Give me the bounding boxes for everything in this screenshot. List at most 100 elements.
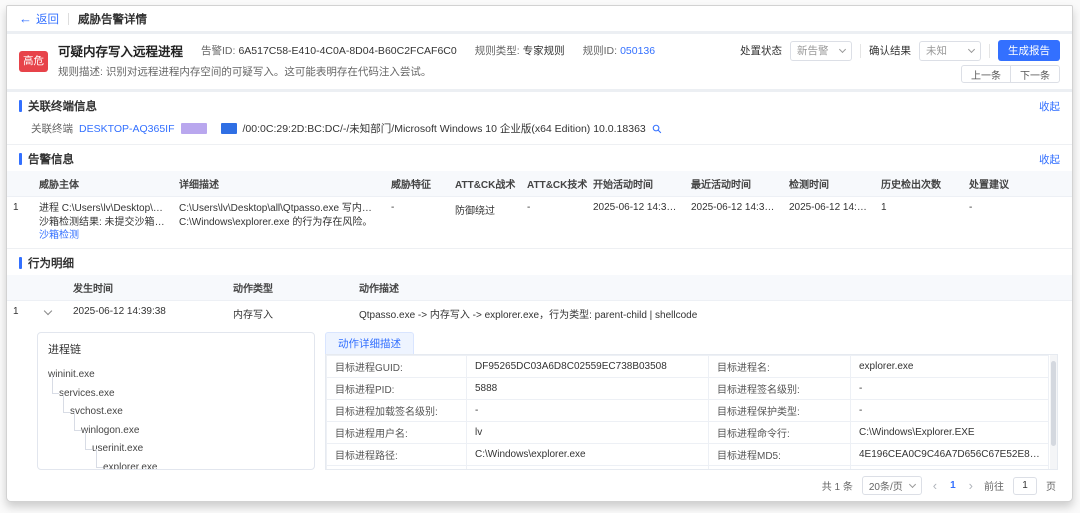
expand-column-header xyxy=(39,275,67,301)
page-title: 威胁告警详情 xyxy=(78,11,147,27)
terminal-section-title: 关联终端信息 xyxy=(28,98,1039,114)
detail-row: 目标进程路径: C:\Windows\explorer.exe 目标进程MD5:… xyxy=(327,443,1049,465)
column-header: 发生时间 xyxy=(67,275,227,301)
tab-action-detail[interactable]: 动作详细描述 xyxy=(325,332,414,354)
redacted-block xyxy=(221,123,237,134)
suggestion-cell: - xyxy=(963,197,1072,248)
divider xyxy=(989,44,990,58)
sandbox-detect-link[interactable]: 沙箱检测 xyxy=(39,229,167,243)
action-detail-table: 目标进程GUID: DF95265DC03A6D8C02559EC738B035… xyxy=(326,355,1049,471)
dispose-status-label: 处置状态 xyxy=(740,43,782,58)
detail-label: 目标进程保护类型: xyxy=(709,399,851,421)
action-detail-panel: 动作详细描述 目标进程GUID: DF95265DC03A6D8C02559EC… xyxy=(325,332,1058,471)
topbar-divider xyxy=(68,13,69,25)
previous-item-button[interactable]: 上一条 xyxy=(961,65,1011,83)
detail-value: explorer.exe xyxy=(851,355,1049,377)
index-column-header xyxy=(7,171,33,197)
alert-header-panel: 高危 可疑内存写入远程进程 告警ID:6A517C58-E410-4C0A-8D… xyxy=(7,34,1072,89)
behavior-detail-section: 行为明细 发生时间 动作类型 动作描述 1 xyxy=(7,249,1072,502)
back-label: 返回 xyxy=(36,11,59,27)
terminal-line: 关联终端 DESKTOP-AQ365IF /00:0C:29:2D:BC:DC/… xyxy=(7,118,1072,144)
alert-info-section-title: 告警信息 xyxy=(28,151,1039,167)
column-header: ATT&CK技术 xyxy=(521,171,587,197)
detail-label: 目标进程MD5: xyxy=(709,443,851,465)
section-marker xyxy=(19,257,22,269)
dispose-status-select[interactable]: 新告警 xyxy=(790,41,852,61)
detail-value: lv xyxy=(467,421,709,443)
collapse-row-icon[interactable] xyxy=(44,306,52,314)
goto-suffix-label: 页 xyxy=(1046,478,1056,493)
action-type-cell: 内存写入 xyxy=(227,300,353,326)
behavior-row: 1 2025-06-12 14:39:38 内存写入 Qtpasso.exe -… xyxy=(7,300,1072,326)
detail-label: 目标进程大小: xyxy=(327,465,467,470)
rule-description: 规则描述:识别对远程进程内存空间的可疑写入。这可能表明存在代码注入尝试。 xyxy=(58,64,730,79)
scrollbar-track[interactable] xyxy=(1050,355,1057,470)
chevron-down-icon xyxy=(968,45,975,52)
current-page-button[interactable]: 1 xyxy=(948,480,958,491)
pagination-bar: 共 1 条 20条/页 ‹ 1 › 前往 页 xyxy=(7,472,1072,501)
column-header: ATT&CK战术 xyxy=(449,171,521,197)
detail-value: DF95265DC03A6D8C02559EC738B03508 xyxy=(467,355,709,377)
divider xyxy=(860,44,861,58)
alert-info-table: 威胁主体 详细描述 威胁特征 ATT&CK战术 ATT&CK技术 开始活动时间 … xyxy=(7,171,1072,248)
page-size-select[interactable]: 20条/页 xyxy=(862,476,922,495)
scrollbar-thumb[interactable] xyxy=(1051,361,1056,446)
detail-row: 目标进程大小: 4.40 MB xyxy=(327,465,1049,470)
total-count-label: 共 1 条 xyxy=(822,478,853,493)
action-detail-table-wrap: 目标进程GUID: DF95265DC03A6D8C02559EC738B035… xyxy=(325,354,1058,471)
next-page-button[interactable]: › xyxy=(967,479,975,492)
back-button[interactable]: ← 返回 xyxy=(19,11,59,27)
severity-badge: 高危 xyxy=(19,51,48,72)
goto-label: 前往 xyxy=(984,478,1004,493)
alert-info-header-row: 威胁主体 详细描述 威胁特征 ATT&CK战术 ATT&CK技术 开始活动时间 … xyxy=(7,171,1072,197)
prev-page-button[interactable]: ‹ xyxy=(931,479,939,492)
detail-row: 目标进程PID: 5888 目标进程签名级别: - xyxy=(327,377,1049,399)
column-header: 历史检出次数 xyxy=(875,171,963,197)
collapse-alert-info-link[interactable]: 收起 xyxy=(1039,152,1060,167)
alert-controls: 处置状态 新告警 确认结果 未知 生成报告 上一条 下一条 xyxy=(740,40,1060,83)
behavior-table: 发生时间 动作类型 动作描述 1 2025-06-12 14:39:38 内存写… xyxy=(7,275,1072,326)
column-header: 开始活动时间 xyxy=(587,171,685,197)
history-count-cell: 1 xyxy=(875,197,963,248)
terminal-os-info: /00:0C:29:2D:BC:DC/-/未知部门/Microsoft Wind… xyxy=(243,121,646,136)
terminal-hostname-link[interactable]: DESKTOP-AQ365IF xyxy=(79,123,175,135)
detail-value: C:\Windows\explorer.exe xyxy=(467,443,709,465)
column-header: 威胁主体 xyxy=(33,171,173,197)
start-time-cell: 2025-06-12 14:39:50 xyxy=(587,197,685,248)
alert-info-section: 告警信息 收起 威胁主体 详细描述 威胁特征 ATT&CK战术 AT xyxy=(7,145,1072,249)
attck-tactic-cell: 防御绕过 xyxy=(449,197,521,248)
detail-label: 目标进程名: xyxy=(709,355,851,377)
detail-label: 目标进程GUID: xyxy=(327,355,467,377)
row-index: 1 xyxy=(7,300,39,326)
generate-report-button[interactable]: 生成报告 xyxy=(998,40,1060,61)
column-header: 处置建议 xyxy=(963,171,1072,197)
action-desc-cell: Qtpasso.exe -> 内存写入 -> explorer.exe，行为类型… xyxy=(353,300,1072,326)
rule-id-link[interactable]: 050136 xyxy=(620,45,655,57)
detail-label: 目标进程用户名: xyxy=(327,421,467,443)
alert-info-row: 1 进程 C:\Users\lv\Desktop\all\Qtpa... 沙箱检… xyxy=(7,197,1072,248)
process-chain-tree: wininit.exe services.exe svchost.exe win… xyxy=(48,366,304,471)
collapse-terminal-link[interactable]: 收起 xyxy=(1039,99,1060,114)
detect-time-cell: 2025-06-12 14:39:50 xyxy=(783,197,875,248)
detail-label: 目标进程命令行: xyxy=(709,421,851,443)
rule-type-field: 规则类型:专家规则 xyxy=(475,43,565,58)
index-column-header xyxy=(7,275,39,301)
next-item-button[interactable]: 下一条 xyxy=(1010,65,1060,83)
detail-label: 目标进程签名级别: xyxy=(709,377,851,399)
confirm-result-select[interactable]: 未知 xyxy=(919,41,981,61)
goto-page-input[interactable] xyxy=(1013,477,1037,495)
back-arrow-icon: ← xyxy=(19,12,32,25)
detail-label: 目标进程加载签名级别: xyxy=(327,399,467,421)
threat-subject-cell: 进程 C:\Users\lv\Desktop\all\Qtpa... 沙箱检测结… xyxy=(33,197,173,248)
behavior-section-title: 行为明细 xyxy=(28,255,1060,271)
detail-label: 目标进程PID: xyxy=(327,377,467,399)
detail-row: 目标进程用户名: lv 目标进程命令行: C:\Windows\Explorer… xyxy=(327,421,1049,443)
detail-value: - xyxy=(467,399,709,421)
detail-row: 目标进程GUID: DF95265DC03A6D8C02559EC738B035… xyxy=(327,355,1049,377)
search-icon[interactable] xyxy=(652,124,662,134)
terminal-label: 关联终端 xyxy=(31,121,73,136)
occur-time-cell: 2025-06-12 14:39:38 xyxy=(67,300,227,326)
terminal-info-section: 关联终端信息 收起 关联终端 DESKTOP-AQ365IF /00:0C:29… xyxy=(7,92,1072,145)
alert-main: 可疑内存写入远程进程 告警ID:6A517C58-E410-4C0A-8D04-… xyxy=(58,40,730,83)
attck-technique-cell: - xyxy=(521,197,587,248)
